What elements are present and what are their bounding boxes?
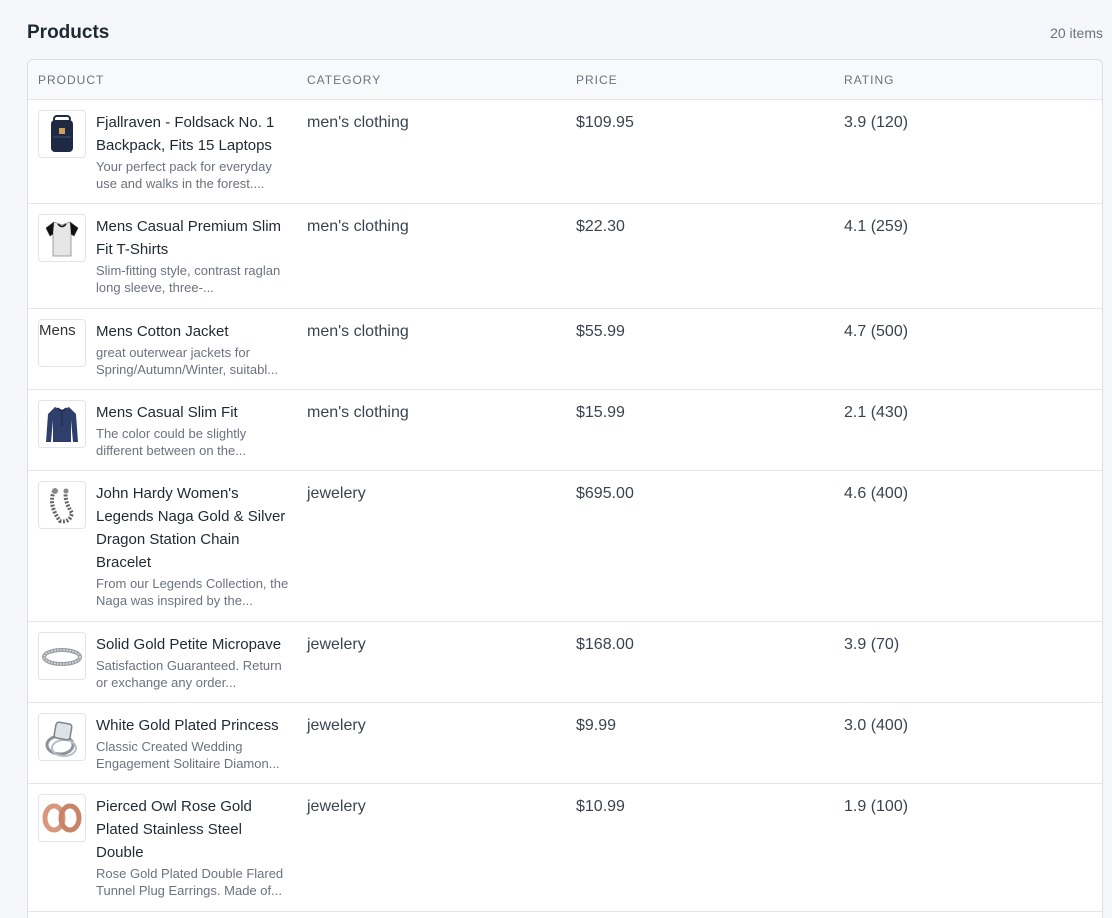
product-price: $109.95 bbox=[576, 114, 634, 131]
longsleeve-image bbox=[38, 400, 86, 448]
product-category: men's clothing bbox=[307, 114, 409, 131]
product-rating: 2.1 (430) bbox=[844, 404, 909, 421]
table-row[interactable]: White Gold Plated Princess Classic Creat… bbox=[28, 703, 1102, 784]
product-description: Your perfect pack for everyday use and w… bbox=[96, 159, 272, 191]
product-name[interactable]: Pierced Owl Rose Gold Plated Stainless S… bbox=[96, 795, 292, 864]
product-description: great outerwear jackets for Spring/Autum… bbox=[96, 345, 279, 377]
product-rating: 4.1 (259) bbox=[844, 218, 909, 235]
product-name[interactable]: John Hardy Women's Legends Naga Gold & S… bbox=[96, 482, 292, 574]
products-table: PRODUCT CATEGORY PRICE RATING Fjallraven… bbox=[27, 59, 1103, 918]
product-category: jewelery bbox=[307, 717, 366, 734]
product-price: $10.99 bbox=[576, 798, 625, 815]
column-header-category[interactable]: CATEGORY bbox=[307, 60, 381, 100]
product-description: Satisfaction Guaranteed. Return or excha… bbox=[96, 658, 282, 690]
product-name[interactable]: Fjallraven - Foldsack No. 1 Backpack, Fi… bbox=[96, 111, 292, 157]
table-row[interactable]: Mens Casual Slim Fit The color could be … bbox=[28, 390, 1102, 471]
product-price: $55.99 bbox=[576, 323, 625, 340]
page-title: Products bbox=[27, 22, 110, 43]
table-header: PRODUCT CATEGORY PRICE RATING bbox=[28, 60, 1102, 100]
table-row[interactable]: Mens Mens Cotton Jacket great outerwear … bbox=[28, 309, 1102, 390]
product-name[interactable]: Solid Gold Petite Micropave bbox=[96, 633, 292, 656]
product-rating: 3.9 (120) bbox=[844, 114, 909, 131]
product-rating: 4.7 (500) bbox=[844, 323, 909, 340]
product-category: jewelery bbox=[307, 485, 366, 502]
micropave-ring-image bbox=[38, 632, 86, 680]
table-row[interactable]: Mens Casual Premium Slim Fit T-Shirts Sl… bbox=[28, 204, 1102, 309]
column-header-rating[interactable]: RATING bbox=[844, 60, 894, 100]
product-name[interactable]: Mens Casual Slim Fit bbox=[96, 401, 292, 424]
product-price: $22.30 bbox=[576, 218, 625, 235]
product-category: men's clothing bbox=[307, 404, 409, 421]
backpack-image bbox=[38, 110, 86, 158]
product-description: Classic Created Wedding Engagement Solit… bbox=[96, 739, 280, 771]
bracelet-image bbox=[38, 481, 86, 529]
table-row[interactable]: Solid Gold Petite Micropave Satisfaction… bbox=[28, 622, 1102, 703]
table-row[interactable]: Pierced Owl Rose Gold Plated Stainless S… bbox=[28, 784, 1102, 912]
product-rating: 3.9 (70) bbox=[844, 636, 900, 653]
product-description: Rose Gold Plated Double Flared Tunnel Pl… bbox=[96, 866, 284, 898]
earrings-image bbox=[38, 794, 86, 842]
product-rating: 4.6 (400) bbox=[844, 485, 909, 502]
product-description: Slim-fitting style, contrast raglan long… bbox=[96, 263, 281, 295]
product-category: jewelery bbox=[307, 636, 366, 653]
product-price: $695.00 bbox=[576, 485, 634, 502]
product-price: $168.00 bbox=[576, 636, 634, 653]
broken-image: Mens bbox=[38, 319, 86, 367]
column-header-product[interactable]: PRODUCT bbox=[38, 60, 104, 100]
diamond-ring-image bbox=[38, 713, 86, 761]
product-description: From our Legends Collection, the Naga wa… bbox=[96, 576, 289, 608]
product-price: $9.99 bbox=[576, 717, 617, 734]
table-row[interactable]: Fjallraven - Foldsack No. 1 Backpack, Fi… bbox=[28, 100, 1102, 204]
image-alt-text: Mens bbox=[39, 322, 76, 339]
product-category: men's clothing bbox=[307, 323, 409, 340]
item-count: 20 items bbox=[1050, 25, 1103, 41]
product-rating: 1.9 (100) bbox=[844, 798, 909, 815]
product-category: jewelery bbox=[307, 798, 366, 815]
page-header: Products 20 items bbox=[27, 19, 1103, 47]
column-header-price[interactable]: PRICE bbox=[576, 60, 618, 100]
product-name[interactable]: Mens Casual Premium Slim Fit T-Shirts bbox=[96, 215, 292, 261]
product-category: men's clothing bbox=[307, 218, 409, 235]
product-price: $15.99 bbox=[576, 404, 625, 421]
product-rating: 3.0 (400) bbox=[844, 717, 909, 734]
tshirt-image bbox=[38, 214, 86, 262]
product-name[interactable]: White Gold Plated Princess bbox=[96, 714, 292, 737]
product-name[interactable]: Mens Cotton Jacket bbox=[96, 320, 292, 343]
table-row[interactable]: John Hardy Women's Legends Naga Gold & S… bbox=[28, 471, 1102, 622]
product-description: The color could be slightly different be… bbox=[96, 426, 247, 458]
